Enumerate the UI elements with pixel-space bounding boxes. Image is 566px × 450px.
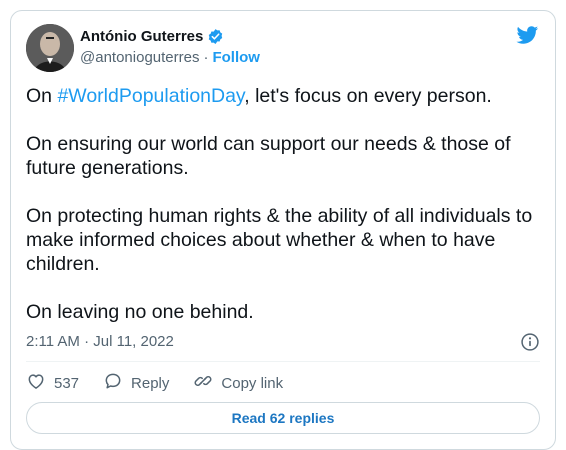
tweet-paragraph-3: On protecting human rights & the ability… (26, 205, 533, 275)
verified-badge-icon (207, 28, 224, 45)
tweet-paragraph-4: On leaving no one behind. (26, 301, 254, 323)
author-handle[interactable]: @antonioguterres (80, 49, 199, 66)
copy-link-button[interactable]: Copy link (193, 371, 283, 395)
twitter-bird-icon[interactable] (515, 24, 540, 46)
follow-button[interactable]: Follow (212, 49, 260, 66)
read-replies-button[interactable]: Read 62 replies (26, 402, 540, 434)
tweet-timestamp[interactable]: 2:11 AM · Jul 11, 2022 (26, 333, 174, 350)
info-icon[interactable] (520, 332, 540, 352)
reply-label: Reply (131, 374, 170, 392)
heart-icon (26, 371, 46, 395)
action-bar: 537 Reply Copy link (26, 371, 307, 395)
author-name-row: António Guterres (80, 28, 224, 45)
link-icon (193, 371, 213, 395)
meta-row: 2:11 AM · Jul 11, 2022 (26, 332, 540, 352)
like-button[interactable]: 537 (26, 371, 79, 395)
handle-row: @antonioguterres · Follow (80, 49, 260, 66)
copy-link-label: Copy link (221, 374, 284, 392)
hashtag-link[interactable]: #WorldPopulationDay (57, 85, 244, 107)
tweet-card: António Guterres @antonioguterres · Foll… (10, 10, 556, 450)
like-count: 537 (54, 374, 80, 392)
avatar[interactable] (26, 24, 74, 72)
tweet-paragraph-2: On ensuring our world can support our ne… (26, 133, 511, 179)
divider (26, 361, 540, 362)
separator-dot: · (203, 49, 209, 66)
tweet-p1-prefix: On (26, 85, 58, 107)
reply-bubble-icon (103, 371, 123, 395)
reply-button[interactable]: Reply (103, 371, 169, 395)
tweet-text: On #WorldPopulationDay, let's focus on e… (26, 84, 546, 324)
tweet-paragraph-1: On #WorldPopulationDay, let's focus on e… (26, 84, 546, 108)
tweet-p1-suffix: , let's focus on every person. (244, 85, 492, 107)
author-name[interactable]: António Guterres (80, 28, 203, 45)
